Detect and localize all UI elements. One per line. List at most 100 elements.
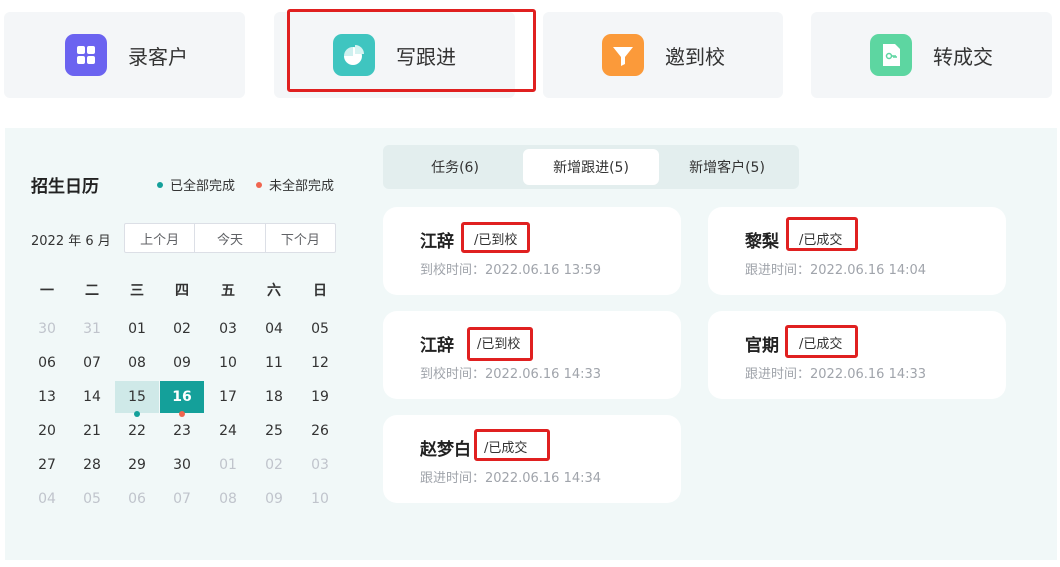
calendar-day[interactable]: 12: [298, 347, 342, 379]
calendar-day[interactable]: 02: [252, 449, 296, 481]
weekday-header: 日: [313, 283, 327, 299]
weekday-header: 一: [40, 283, 54, 299]
legend-completed: 已全部完成: [157, 175, 235, 194]
highlight-box: [461, 222, 530, 253]
highlight-box: [474, 429, 550, 461]
day-number: 30: [173, 457, 191, 473]
calendar-day[interactable]: 31: [70, 313, 114, 345]
weekday-header: 三: [130, 283, 144, 299]
day-number: 19: [311, 389, 329, 405]
calendar-day[interactable]: 04: [252, 313, 296, 345]
calendar-day[interactable]: 20: [25, 415, 69, 447]
calendar-day[interactable]: 09: [160, 347, 204, 379]
tab-bar: 任务(6) 新增跟进(5) 新增客户(5): [383, 145, 799, 189]
day-number: 13: [38, 389, 56, 405]
calendar-day[interactable]: 10: [298, 483, 342, 515]
calendar-day[interactable]: 04: [25, 483, 69, 515]
day-number: 14: [83, 389, 101, 405]
day-number: 03: [219, 321, 237, 337]
action-label: 转成交: [933, 44, 993, 69]
customer-name: 江辞: [420, 232, 454, 252]
day-number: 01: [128, 321, 146, 337]
day-number: 06: [128, 491, 146, 507]
calendar-day[interactable]: 07: [160, 483, 204, 515]
calendar-day[interactable]: 27: [25, 449, 69, 481]
calendar-day[interactable]: 18: [252, 381, 296, 413]
customer-name: 江辞: [420, 336, 454, 356]
day-number: 26: [311, 423, 329, 439]
calendar-day[interactable]: 25: [252, 415, 296, 447]
calendar-day[interactable]: 30: [25, 313, 69, 345]
calendar-day[interactable]: 01: [115, 313, 159, 345]
action-label: 邀到校: [665, 44, 725, 69]
highlight-box: [786, 217, 858, 251]
calendar-day[interactable]: 06: [25, 347, 69, 379]
calendar-day[interactable]: 01: [206, 449, 250, 481]
action-card-invite-to-school[interactable]: 邀到校: [543, 12, 783, 98]
calendar-day[interactable]: 02: [160, 313, 204, 345]
calendar-day[interactable]: 13: [25, 381, 69, 413]
calendar-day[interactable]: 29: [115, 449, 159, 481]
calendar-day[interactable]: 21: [70, 415, 114, 447]
calendar-day[interactable]: 06: [115, 483, 159, 515]
highlight-box: [287, 9, 536, 92]
day-number: 10: [311, 491, 329, 507]
weekday-header: 六: [267, 283, 281, 299]
month-label: 2022 年 6 月: [31, 234, 111, 249]
calendar-day[interactable]: 24: [206, 415, 250, 447]
day-number: 04: [265, 321, 283, 337]
funnel-icon: [602, 34, 644, 76]
prev-month-button[interactable]: 上个月: [125, 224, 196, 252]
day-number: 04: [38, 491, 56, 507]
calendar-day[interactable]: 08: [115, 347, 159, 379]
day-number: 08: [219, 491, 237, 507]
day-number: 10: [219, 355, 237, 371]
calendar-day[interactable]: 26: [298, 415, 342, 447]
weekday-header: 四: [175, 283, 189, 299]
calendar-day[interactable]: 17: [206, 381, 250, 413]
calendar-day[interactable]: 10: [206, 347, 250, 379]
day-number: 09: [173, 355, 191, 371]
calendar-day[interactable]: 30: [160, 449, 204, 481]
calendar-day[interactable]: 11: [252, 347, 296, 379]
day-number: 11: [265, 355, 283, 371]
day-number: 17: [219, 389, 237, 405]
calendar-day[interactable]: 05: [298, 313, 342, 345]
day-number: 24: [219, 423, 237, 439]
calendar-day[interactable]: 14: [70, 381, 114, 413]
calendar-day[interactable]: 09: [252, 483, 296, 515]
day-number: 30: [38, 321, 56, 337]
calendar-day[interactable]: 15: [115, 381, 159, 417]
legend-label: 未全部完成: [269, 179, 335, 194]
calendar-day[interactable]: 22: [115, 415, 159, 447]
tab-new-customers[interactable]: 新增客户(5): [659, 149, 795, 185]
followup-card[interactable]: 江辞 /已到校 到校时间：2022.06.16 13:59: [383, 207, 681, 295]
calendar-day[interactable]: 16: [160, 381, 204, 417]
calendar-title: 招生日历: [31, 177, 99, 197]
followup-time: 跟进时间：2022.06.16 14:34: [420, 471, 602, 486]
calendar-day[interactable]: 23: [160, 415, 204, 447]
followup-time: 跟进时间：2022.06.16 14:04: [745, 263, 927, 278]
highlight-box: [785, 325, 858, 358]
calendar-day[interactable]: 19: [298, 381, 342, 413]
highlight-box: [467, 327, 533, 361]
tab-new-followups[interactable]: 新增跟进(5): [523, 149, 659, 185]
tab-tasks[interactable]: 任务(6): [387, 149, 523, 185]
next-month-button[interactable]: 下个月: [266, 224, 335, 252]
day-number: 18: [265, 389, 283, 405]
action-card-add-customer[interactable]: 录客户: [4, 12, 245, 98]
followup-time: 跟进时间：2022.06.16 14:33: [745, 367, 927, 382]
action-card-convert-deal[interactable]: 转成交: [811, 12, 1052, 98]
legend-incomplete: 未全部完成: [256, 175, 334, 194]
calendar-day[interactable]: 28: [70, 449, 114, 481]
day-number: 08: [128, 355, 146, 371]
customer-name: 黎梨: [745, 232, 779, 252]
incomplete-dot-icon: [256, 181, 262, 188]
calendar-day[interactable]: 07: [70, 347, 114, 379]
document-key-icon: [870, 34, 912, 76]
calendar-day[interactable]: 03: [298, 449, 342, 481]
calendar-day[interactable]: 05: [70, 483, 114, 515]
calendar-day[interactable]: 03: [206, 313, 250, 345]
today-button[interactable]: 今天: [195, 224, 266, 252]
calendar-day[interactable]: 08: [206, 483, 250, 515]
